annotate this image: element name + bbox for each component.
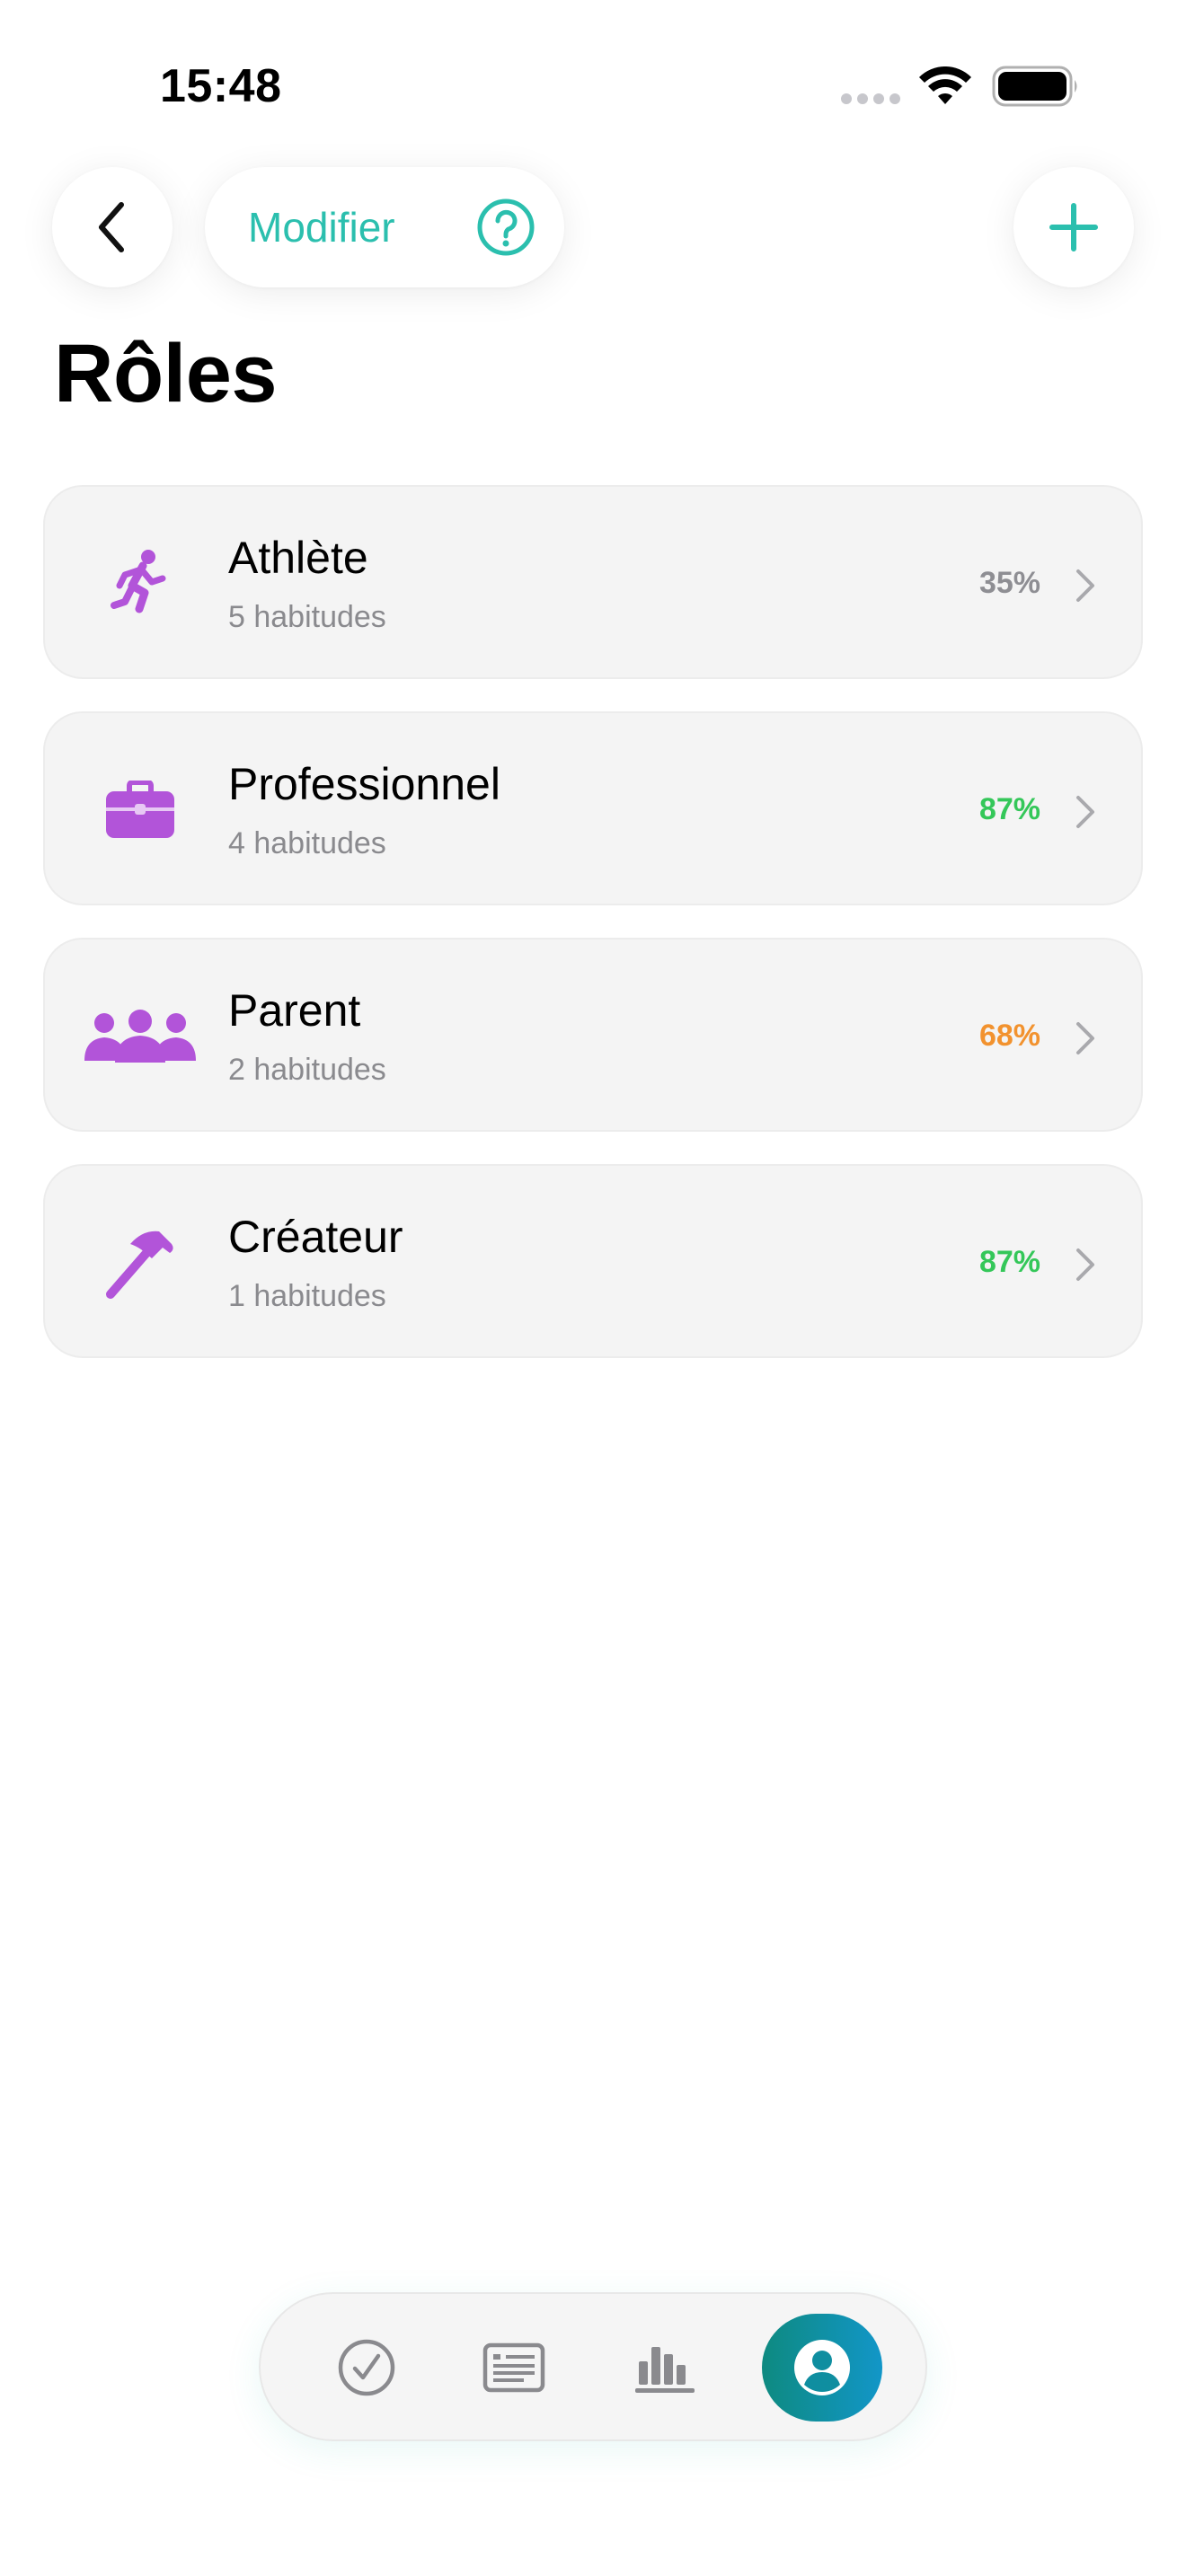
help-icon[interactable] [476,198,535,257]
role-card-professionnel[interactable]: Professionnel 4 habitudes 87% [43,711,1143,905]
cellular-signal-icon [841,93,900,104]
role-habit-count: 1 habitudes [228,1279,386,1313]
list-document-icon [482,2342,545,2393]
role-name: Athlète [228,533,368,583]
chevron-left-icon [99,202,124,252]
status-time: 15:48 [160,60,282,112]
person-circle-icon [794,2340,850,2395]
tab-today[interactable] [320,2321,413,2414]
role-habit-count: 4 habitudes [228,826,386,860]
role-name: Parent [228,985,361,1036]
tab-journal[interactable] [467,2321,561,2414]
edit-button[interactable]: Modifier [248,203,395,251]
role-card-createur[interactable]: Créateur 1 habitudes 87% [43,1164,1143,1358]
role-card-athlete[interactable]: Athlète 5 habitudes 35% [43,485,1143,679]
page-title: Rôles [54,328,278,419]
chevron-right-icon [1076,1022,1094,1054]
role-percent: 68% [978,1019,1040,1053]
chevron-right-icon [1076,1248,1094,1281]
role-percent: 35% [978,566,1040,600]
briefcase-icon [84,765,196,855]
battery-icon [992,66,1077,107]
role-percent: 87% [978,1245,1040,1279]
role-habit-count: 2 habitudes [228,1053,386,1087]
tab-profile[interactable] [762,2314,882,2422]
role-card-parent[interactable]: Parent 2 habitudes 68% [43,938,1143,1132]
checkmark-circle-icon [338,2339,395,2396]
hammer-icon [84,1218,196,1308]
role-name: Créateur [228,1212,403,1262]
chevron-right-icon [1076,796,1094,828]
role-list: Athlète 5 habitudes 35% Professionnel 4 … [43,485,1143,1390]
chevron-right-icon [1076,569,1094,602]
group-icon [84,992,196,1081]
role-percent: 87% [978,792,1040,826]
running-person-icon [84,539,196,629]
back-button[interactable] [52,167,173,287]
edit-help-pill: Modifier [205,167,564,287]
wifi-icon [919,66,971,104]
tab-statistics[interactable] [618,2321,712,2414]
screen: 15:48 Modifier Rôles Athlète 5 habitudes… [0,0,1186,2576]
role-name: Professionnel [228,759,500,809]
plus-icon [1049,203,1098,251]
tab-bar [259,2292,927,2441]
role-habit-count: 5 habitudes [228,600,386,634]
bar-chart-icon [635,2347,695,2393]
add-role-button[interactable] [1013,167,1134,287]
